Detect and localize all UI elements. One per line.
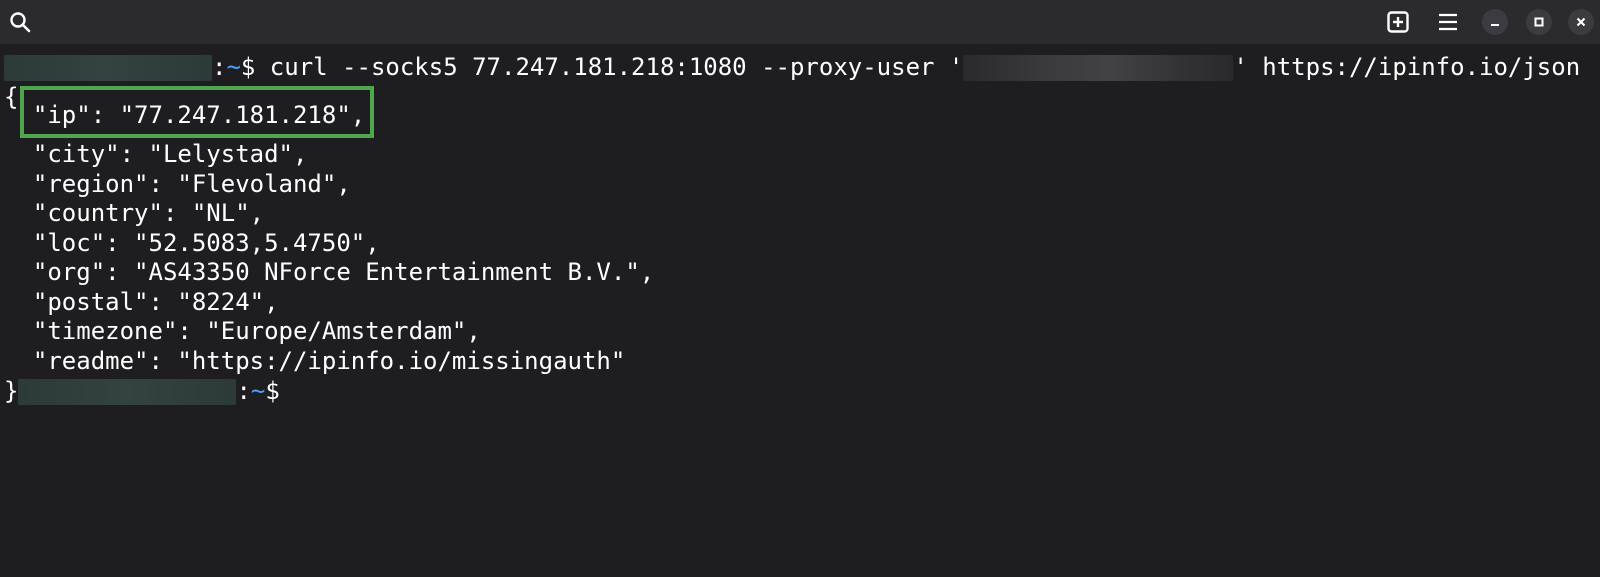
ip-highlight-box: [20, 86, 374, 138]
minimize-button[interactable]: [1482, 9, 1508, 35]
second-prompt-line: }:~$: [4, 376, 280, 406]
json-output-line: "region": "Flevoland",: [4, 170, 351, 198]
close-button[interactable]: [1568, 9, 1594, 35]
maximize-icon: [1534, 17, 1544, 27]
redacted-credentials: [963, 55, 1234, 81]
json-output-line: "timezone": "Europe/Amsterdam",: [4, 317, 481, 345]
json-output-line: "city": "Lelystad",: [4, 140, 308, 168]
maximize-button[interactable]: [1526, 9, 1552, 35]
hamburger-menu-icon[interactable]: [1432, 6, 1464, 38]
new-tab-icon[interactable]: [1382, 6, 1414, 38]
terminal-header-bar: [0, 0, 1600, 44]
json-output-line: "postal": "8224",: [4, 288, 279, 316]
minimize-icon: [1491, 24, 1499, 26]
prompt-separator: :: [236, 377, 251, 405]
command-text: curl --socks5 77.247.181.218:1080 --prox…: [255, 53, 964, 81]
prompt-separator: :: [212, 53, 227, 81]
json-output-line: "readme": "https://ipinfo.io/missingauth…: [4, 347, 626, 375]
closing-brace: }: [4, 377, 19, 405]
prompt-path: ~: [226, 53, 241, 81]
command-prompt-line: :~$ curl --socks5 77.247.181.218:1080 --…: [4, 52, 1580, 82]
prompt-path: ~: [250, 377, 266, 405]
json-output-line: "loc": "52.5083,5.4750",: [4, 229, 380, 257]
prompt-dollar: $: [240, 53, 256, 81]
json-output-line: "org": "AS43350 NForce Entertainment B.V…: [4, 258, 655, 286]
prompt-dollar: $: [265, 377, 280, 405]
redacted-username: [4, 55, 212, 81]
redacted-username: [18, 379, 237, 405]
command-url: ' https://ipinfo.io/json: [1233, 53, 1581, 81]
search-icon[interactable]: [6, 8, 34, 36]
json-output-line: "country": "NL",: [4, 199, 265, 227]
close-icon: [1576, 17, 1586, 27]
